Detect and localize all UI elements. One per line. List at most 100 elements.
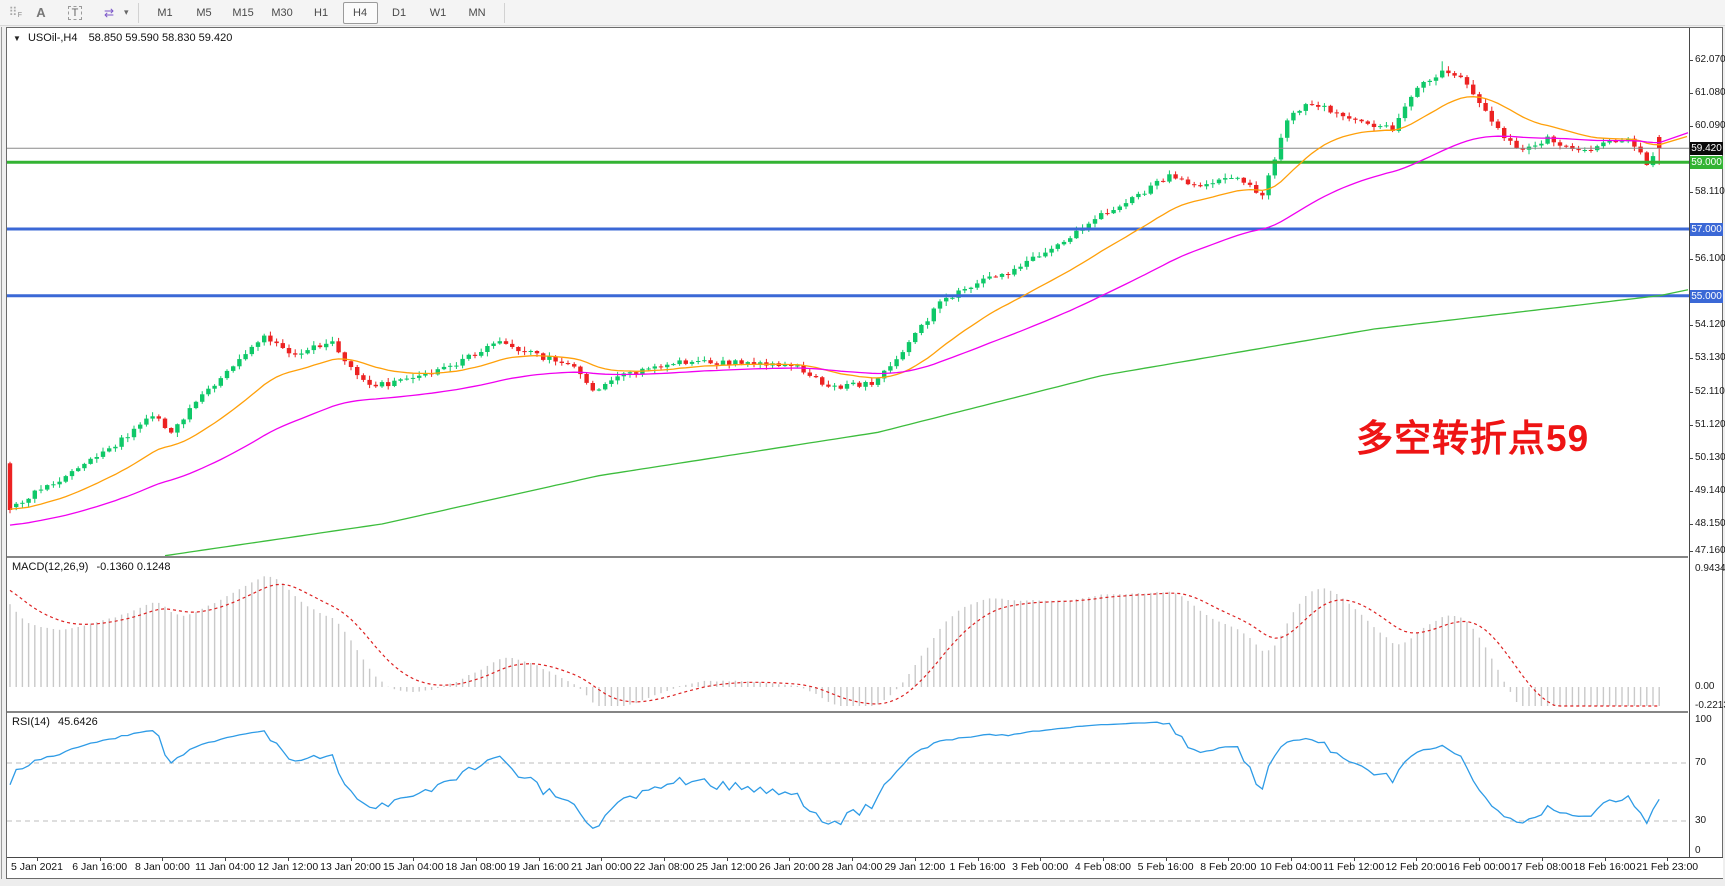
- time-axis-label: 12 Jan 12:00: [257, 861, 318, 873]
- timeframe-button-MN[interactable]: MN: [460, 2, 495, 24]
- price-tick: [1689, 192, 1693, 193]
- chart-title: ▼ USOil-,H4 58.850 59.590 58.830 59.420: [13, 32, 232, 44]
- panel-grip-icon[interactable]: ⠿ F: [6, 4, 20, 22]
- time-axis-label: 10 Feb 04:00: [1260, 861, 1322, 873]
- time-axis-label: 15 Jan 04:00: [383, 861, 444, 873]
- time-axis-label: 28 Jan 04:00: [822, 861, 883, 873]
- level-price-label: 57.000: [1690, 223, 1723, 236]
- price-tick-label: 60.090: [1695, 120, 1725, 131]
- rsi-panel-canvas[interactable]: [7, 713, 1689, 858]
- macd-panel-canvas[interactable]: [7, 558, 1689, 711]
- time-axis-label: 8 Jan 00:00: [135, 861, 190, 873]
- level-price-label: 55.000: [1690, 290, 1723, 303]
- arrows-tool-icon[interactable]: ⇄: [94, 2, 124, 24]
- time-axis-label: 18 Jan 08:00: [446, 861, 507, 873]
- current-price-label: 59.420: [1690, 142, 1723, 155]
- time-axis-label: 26 Jan 20:00: [759, 861, 820, 873]
- time-axis-label: 29 Jan 12:00: [884, 861, 945, 873]
- price-tick-label: 51.120: [1695, 419, 1725, 430]
- main-chart-canvas[interactable]: [7, 28, 1689, 556]
- price-tick-label: 49.140: [1695, 485, 1725, 496]
- macd-axis-label: 0.9434: [1695, 563, 1725, 574]
- price-tick: [1689, 60, 1693, 61]
- dropdown-caret-icon[interactable]: ▾: [124, 7, 129, 18]
- price-tick: [1689, 259, 1693, 260]
- time-axis-label: 17 Feb 08:00: [1511, 861, 1573, 873]
- time-axis[interactable]: 5 Jan 2021 6 Jan 16:00 8 Jan 00:00 11 Jan 0…: [7, 858, 1723, 878]
- price-tick-label: 56.100: [1695, 253, 1725, 264]
- timeframe-button-group: M1M5M15M30H1H4D1W1MN: [146, 2, 497, 24]
- text-annotation[interactable]: 多空转折点59: [1356, 408, 1589, 462]
- time-axis-label: 5 Jan 2021: [11, 861, 63, 873]
- timeframe-button-M15[interactable]: M15: [226, 2, 261, 24]
- time-axis-label: 13 Jan 20:00: [320, 861, 381, 873]
- price-tick-label: 58.110: [1695, 186, 1725, 197]
- price-tick-label: 48.150: [1695, 518, 1725, 529]
- symbol-timeframe: USOil-,H4: [28, 32, 78, 44]
- timeframe-button-H4[interactable]: H4: [343, 2, 378, 24]
- rsi-axis-label: 70: [1695, 757, 1706, 768]
- toolbar-separator: [504, 3, 505, 23]
- price-tick: [1689, 93, 1693, 94]
- time-axis-label: 4 Feb 08:00: [1075, 861, 1131, 873]
- time-axis-label: 16 Feb 00:00: [1448, 861, 1510, 873]
- macd-histogram: [10, 576, 1659, 706]
- ma-mid-line: [10, 133, 1688, 525]
- macd-axis-label: -0.2213: [1695, 700, 1725, 711]
- price-tick: [1689, 392, 1693, 393]
- toolbar-separator: [138, 3, 139, 23]
- time-axis-label: 19 Jan 16:00: [508, 861, 569, 873]
- timeframe-button-D1[interactable]: D1: [382, 2, 417, 24]
- time-axis-label: 8 Feb 20:00: [1200, 861, 1256, 873]
- time-axis-label: 5 Feb 16:00: [1138, 861, 1194, 873]
- price-tick-label: 54.120: [1695, 319, 1725, 330]
- rsi-axis-label: 0: [1695, 845, 1701, 856]
- rsi-axis-label: 100: [1695, 714, 1712, 725]
- price-tick: [1689, 425, 1693, 426]
- price-tick-label: 47.160: [1695, 545, 1725, 556]
- price-tick-label: 52.110: [1695, 386, 1725, 397]
- time-axis-label: 25 Jan 12:00: [696, 861, 757, 873]
- time-axis-label: 3 Feb 00:00: [1012, 861, 1068, 873]
- rsi-axis-label: 30: [1695, 815, 1706, 826]
- price-tick: [1689, 491, 1693, 492]
- time-axis-label: 21 Feb 23:00: [1636, 861, 1698, 873]
- timeframe-button-H1[interactable]: H1: [304, 2, 339, 24]
- timeframe-button-M1[interactable]: M1: [148, 2, 183, 24]
- window-left-edge: [1, 27, 2, 879]
- price-tick: [1689, 458, 1693, 459]
- macd-values: -0.1360 0.1248: [96, 561, 170, 573]
- price-tick-label: 53.130: [1695, 352, 1725, 363]
- timeframe-button-M30[interactable]: M30: [265, 2, 300, 24]
- macd-axis-label: 0.00: [1695, 681, 1714, 692]
- time-axis-label: 21 Jan 00:00: [571, 861, 632, 873]
- price-tick: [1689, 126, 1693, 127]
- price-tick-label: 61.080: [1695, 87, 1725, 98]
- time-axis-label: 22 Jan 08:00: [634, 861, 695, 873]
- price-tick: [1689, 524, 1693, 525]
- time-axis-label: 6 Jan 16:00: [72, 861, 127, 873]
- text-tool-icon[interactable]: T: [60, 2, 90, 24]
- ohlc-values: 58.850 59.590 58.830 59.420: [89, 32, 233, 44]
- rsi-indicator-label: RSI(14) 45.6426: [12, 716, 98, 728]
- timeframe-button-M5[interactable]: M5: [187, 2, 222, 24]
- price-tick: [1689, 325, 1693, 326]
- macd-indicator-label: MACD(12,26,9) -0.1360 0.1248: [12, 561, 171, 573]
- status-strip: [0, 879, 1725, 886]
- price-tick: [1689, 551, 1693, 552]
- price-tick-label: 62.070: [1695, 54, 1725, 65]
- timeframe-button-W1[interactable]: W1: [421, 2, 456, 24]
- time-axis-label: 1 Feb 16:00: [949, 861, 1005, 873]
- top-toolbar: ⠿ F A T ⇄ ▾ M1M5M15M30H1H4D1W1MN: [0, 0, 1725, 26]
- time-axis-label: 18 Feb 16:00: [1574, 861, 1636, 873]
- rsi-line: [10, 722, 1659, 828]
- collapse-icon[interactable]: ▼: [13, 34, 21, 43]
- level-price-label: 59.000: [1690, 156, 1723, 169]
- time-axis-label: 12 Feb 20:00: [1385, 861, 1447, 873]
- price-tick: [1689, 358, 1693, 359]
- rsi-value: 45.6426: [58, 716, 98, 728]
- time-axis-label: 11 Jan 04:00: [195, 861, 255, 873]
- horizontal-level-lines[interactable]: [7, 148, 1689, 295]
- annotation-letter-icon[interactable]: A: [26, 2, 56, 24]
- price-tick-label: 50.130: [1695, 452, 1725, 463]
